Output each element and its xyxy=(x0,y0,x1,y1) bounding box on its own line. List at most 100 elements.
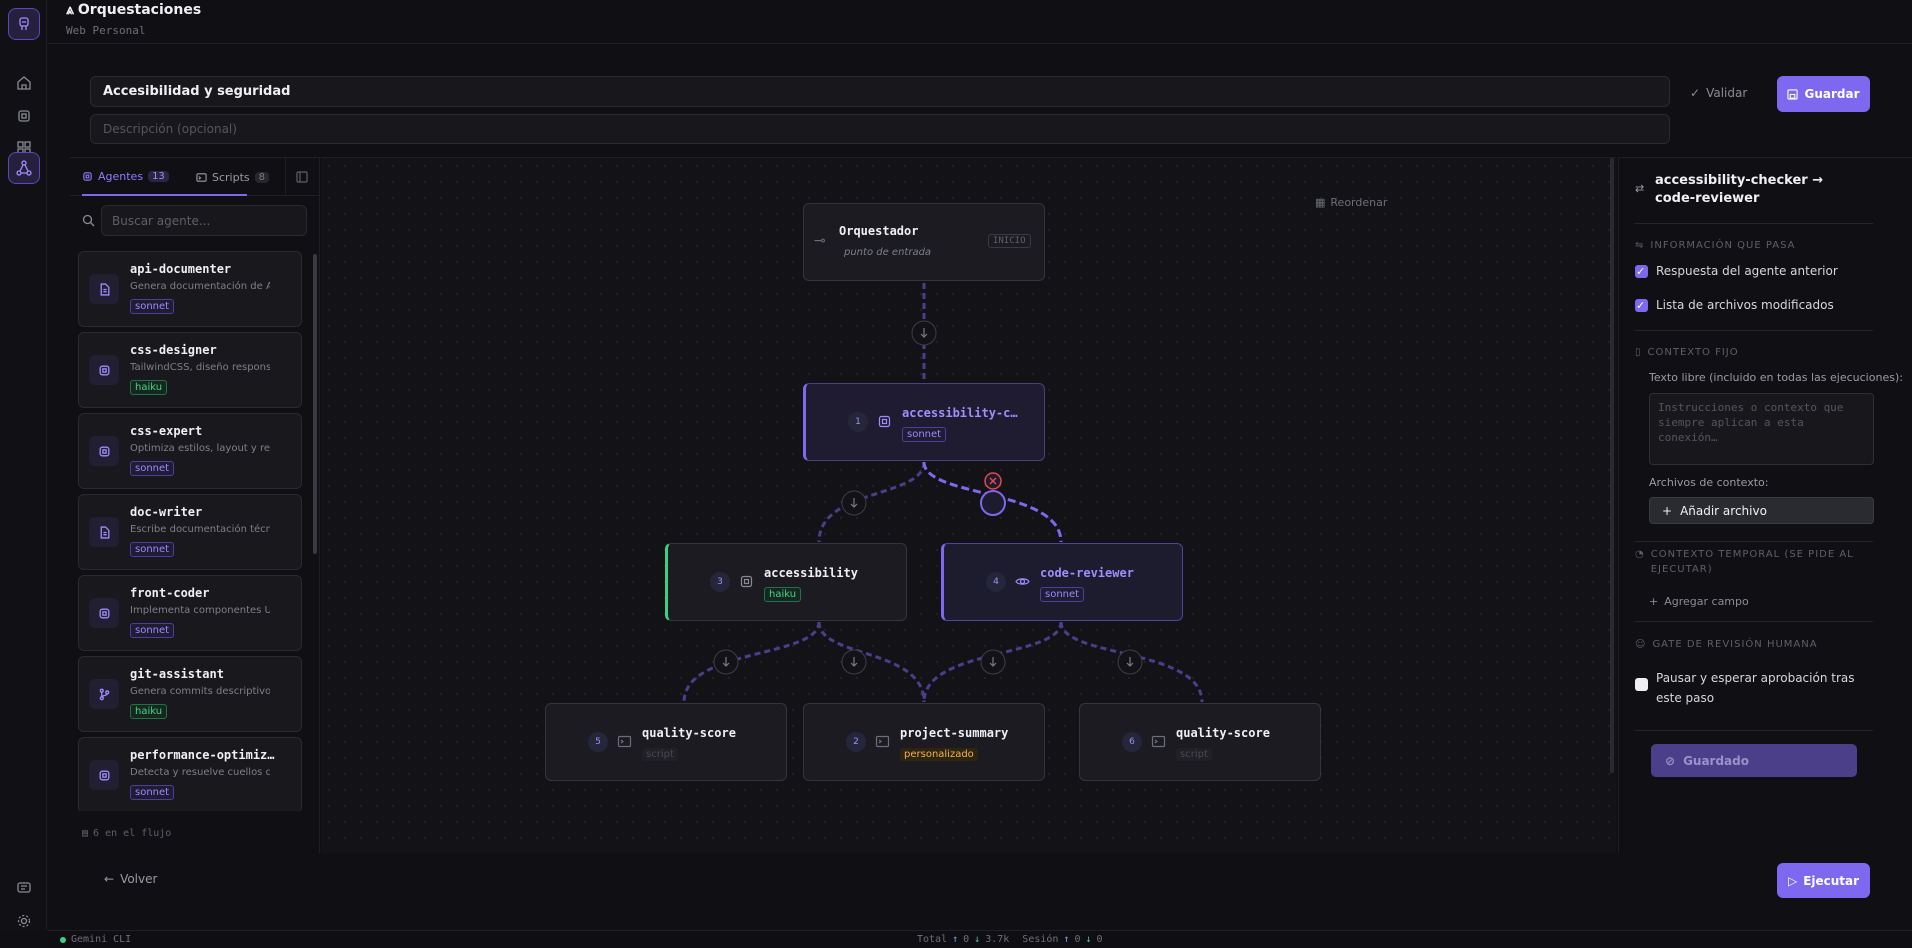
saved-button[interactable]: ⊘ Guardado xyxy=(1651,744,1857,777)
share-icon: ⇋ xyxy=(1635,240,1645,251)
node-quality-score[interactable]: 5 quality-score script xyxy=(545,703,787,781)
back-button[interactable]: ← Volver xyxy=(104,872,157,886)
arrow-up-icon: ↑ xyxy=(952,934,959,945)
agent-card-css-expert[interactable]: css-expert Optimiza estilos, layout y re… xyxy=(78,413,302,489)
agent-search-input[interactable] xyxy=(101,205,307,236)
orchestration-name-input[interactable] xyxy=(90,76,1670,107)
model-badge: sonnet xyxy=(130,785,175,800)
check-modified-files[interactable]: Lista de archivos modificados xyxy=(1635,295,1875,316)
edge-3-to-5 xyxy=(682,621,821,703)
layers-icon: ▤ xyxy=(82,828,89,839)
model-badge: sonnet xyxy=(130,623,175,638)
layout-icon: ▦ xyxy=(1315,196,1326,209)
checkbox-checked[interactable] xyxy=(1635,296,1648,316)
agent-description: Optimiza estilos, layout y resp... xyxy=(130,443,270,454)
add-field-button[interactable]: + Agregar campo xyxy=(1649,595,1749,608)
checkbox-unchecked[interactable] xyxy=(1635,678,1648,691)
check-previous-response[interactable]: Respuesta del agente anterior xyxy=(1635,261,1875,282)
status-dot-icon xyxy=(60,936,66,943)
left-rail xyxy=(0,0,47,930)
node-order: 4 xyxy=(986,572,1006,592)
agent-card-api-documenter[interactable]: api-documenter Genera documentación de A… xyxy=(78,251,302,327)
model-badge: sonnet xyxy=(130,299,175,314)
fixed-context-textarea[interactable] xyxy=(1649,393,1874,465)
feedback-icon[interactable] xyxy=(8,872,40,904)
context-files-label: Archivos de contexto: xyxy=(1649,476,1769,489)
agent-name: css-expert xyxy=(130,424,203,438)
agent-card-doc-writer[interactable]: doc-writer Escribe documentación técni..… xyxy=(78,494,302,570)
orchestration-icon: ⩓ xyxy=(66,2,74,18)
flow-canvas[interactable]: ▦ Reordenar ⊸ Orquestador punto de entra… xyxy=(321,157,1616,853)
chip-icon xyxy=(89,760,119,790)
add-file-button[interactable]: + Añadir archivo xyxy=(1649,497,1874,524)
node-project-summary[interactable]: 2 project-summary personalizado xyxy=(803,703,1045,781)
section-info: ⇋ INFORMACIÓN QUE PASA xyxy=(1635,240,1796,251)
tab-scripts[interactable]: Scripts 8 xyxy=(196,158,270,196)
reorder-button[interactable]: ▦ Reordenar xyxy=(1315,196,1387,209)
clock-icon: ◔ xyxy=(1635,549,1645,560)
plus-icon: + xyxy=(1649,595,1659,608)
chip-icon xyxy=(89,436,119,466)
chip-icon xyxy=(89,598,119,628)
orchestration-icon[interactable] xyxy=(8,152,40,184)
agent-card-front-coder[interactable]: front-coder Implementa componentes UI...… xyxy=(78,575,302,651)
node-order: 2 xyxy=(846,732,866,752)
divider xyxy=(1635,541,1873,542)
divider xyxy=(1635,330,1873,331)
run-button[interactable]: ▷ Ejecutar xyxy=(1777,863,1870,898)
start-tag: INICIO xyxy=(988,234,1031,248)
node-quality-score[interactable]: 6 quality-score script xyxy=(1079,703,1321,781)
git-branch-icon xyxy=(89,679,119,709)
model-badge: sonnet xyxy=(1040,587,1085,602)
agent-card-performance-optimizer[interactable]: performance-optimiz… Detecta y resuelve … xyxy=(78,737,302,811)
panel-tabs: Agentes 13 Scripts 8 xyxy=(70,158,320,196)
agent-card-css-designer[interactable]: css-designer TailwindCSS, diseño respons… xyxy=(78,332,302,408)
start-node[interactable]: ⊸ Orquestador punto de entrada INICIO xyxy=(803,203,1045,281)
provider-status[interactable]: Gemini CLI xyxy=(60,934,131,945)
terminal-icon xyxy=(617,735,632,748)
node-accessibility-checker[interactable]: 1 accessibility-c… sonnet xyxy=(803,383,1045,461)
node-title: accessibility-c… xyxy=(902,406,1018,420)
node-subtitle: punto de entrada xyxy=(844,247,932,258)
save-icon xyxy=(1787,88,1799,100)
node-title: project-summary xyxy=(900,726,1009,740)
entry-point-icon: ⊸ xyxy=(814,233,826,249)
divider xyxy=(1635,730,1873,731)
node-accessibility[interactable]: 3 accessibility haiku xyxy=(665,543,907,621)
brand-logo-icon[interactable] xyxy=(8,8,40,40)
node-order: 1 xyxy=(848,412,868,432)
canvas-scrollbar[interactable] xyxy=(1610,158,1614,773)
terminal-icon xyxy=(196,172,207,182)
model-badge: haiku xyxy=(130,704,168,719)
checkbox-checked[interactable] xyxy=(1635,262,1648,282)
settings-gear-icon[interactable] xyxy=(8,905,40,937)
check-human-approval[interactable]: Pausar y esperar aprobación tras este pa… xyxy=(1635,668,1875,708)
agent-name: api-documenter xyxy=(130,262,232,276)
agents-count-badge: 13 xyxy=(148,170,169,182)
orchestration-description-input[interactable] xyxy=(90,114,1670,144)
agent-description: Escribe documentación técni... xyxy=(130,524,270,535)
agent-card-git-assistant[interactable]: git-assistant Genera commits descriptivo… xyxy=(78,656,302,732)
node-code-reviewer[interactable]: 4 code-reviewer sonnet xyxy=(941,543,1183,621)
validate-button[interactable]: ✓ Validar xyxy=(1690,80,1747,106)
model-badge: sonnet xyxy=(130,542,175,557)
chip-icon xyxy=(740,575,753,588)
chip-icon[interactable] xyxy=(8,100,40,132)
node-order: 6 xyxy=(1122,732,1142,752)
document-icon xyxy=(89,517,119,547)
node-title: Orquestador xyxy=(839,224,919,238)
flow-count: ▤ 6 en el flujo xyxy=(82,828,172,839)
file-icon: ▯ xyxy=(1635,347,1642,358)
model-badge: sonnet xyxy=(902,427,947,442)
chip-icon xyxy=(878,415,891,428)
selected-edge-handle xyxy=(980,490,1006,516)
save-button[interactable]: Guardar xyxy=(1777,76,1870,112)
collapse-panel-icon[interactable] xyxy=(295,170,309,184)
agent-list-scrollbar[interactable] xyxy=(313,254,317,554)
model-badge: haiku xyxy=(764,587,802,602)
chip-icon xyxy=(89,355,119,385)
status-bar: Gemini CLI Total ↑ 0 ↓ 3.7k Sesión ↑ 0 ↓… xyxy=(48,930,1912,948)
terminal-icon xyxy=(1151,735,1166,748)
model-badge: sonnet xyxy=(130,461,175,476)
home-icon[interactable] xyxy=(8,67,40,99)
